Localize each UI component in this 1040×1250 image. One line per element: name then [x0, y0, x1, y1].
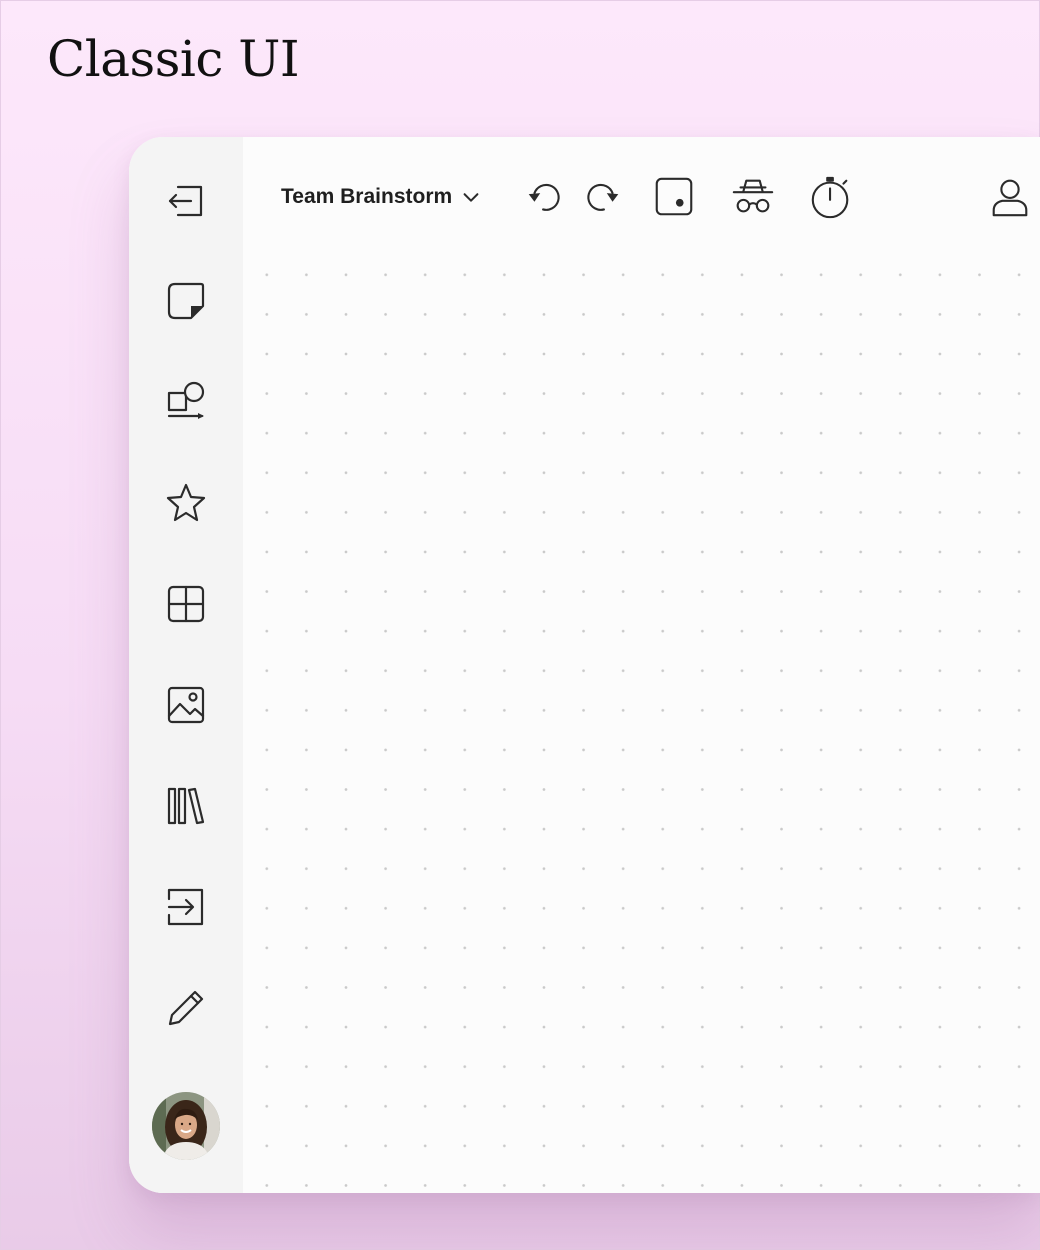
- import-button[interactable]: [158, 879, 214, 935]
- pencil-icon: [168, 990, 204, 1026]
- dice-button[interactable]: [648, 171, 700, 223]
- grid-icon: [167, 585, 205, 623]
- library-icon: [167, 787, 205, 825]
- exit-icon: [168, 185, 203, 217]
- timer-icon: [811, 176, 849, 219]
- board-name: Team Brainstorm: [281, 185, 453, 208]
- shapes-button[interactable]: [158, 374, 214, 430]
- shapes-icon: [167, 381, 205, 419]
- incognito-button[interactable]: [727, 171, 779, 223]
- dice-icon: [655, 177, 693, 216]
- page-heading: Classic UI: [47, 30, 300, 88]
- undo-icon: [528, 183, 560, 211]
- library-button[interactable]: [158, 778, 214, 834]
- undo-button[interactable]: [519, 171, 571, 223]
- image-icon: [167, 686, 205, 724]
- pencil-button[interactable]: [158, 980, 214, 1036]
- redo-button[interactable]: [576, 171, 628, 223]
- stickers-button[interactable]: [158, 475, 214, 531]
- redo-icon: [587, 183, 619, 211]
- sticky-note-button[interactable]: [158, 273, 214, 329]
- chevron-down-icon: [463, 193, 479, 202]
- user-icon: [992, 179, 1028, 217]
- grid-button[interactable]: [158, 576, 214, 632]
- board-canvas[interactable]: [243, 137, 1040, 1193]
- avatar-photo: [152, 1092, 220, 1160]
- user-profile-button[interactable]: [984, 171, 1036, 223]
- top-toolbar: Team Brainstorm: [243, 137, 1040, 249]
- board-name-dropdown[interactable]: Team Brainstorm: [281, 179, 482, 215]
- user-avatar[interactable]: [152, 1092, 220, 1160]
- incognito-icon: [732, 179, 774, 213]
- star-icon: [166, 483, 206, 522]
- exit-button[interactable]: [158, 173, 214, 229]
- sticky-note-icon: [167, 282, 205, 320]
- left-sidebar: [129, 137, 243, 1193]
- import-icon: [167, 888, 204, 926]
- app-window: Team Brainstorm: [129, 137, 1040, 1193]
- image-button[interactable]: [158, 677, 214, 733]
- timer-button[interactable]: [805, 171, 857, 223]
